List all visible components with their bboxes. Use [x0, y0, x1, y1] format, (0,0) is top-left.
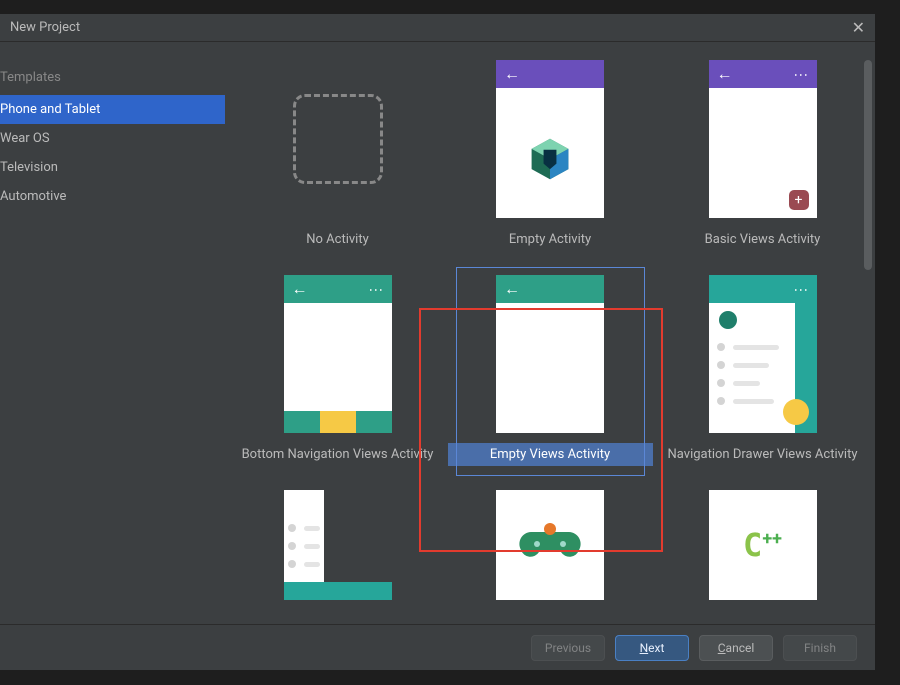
template-empty-views-activity[interactable]: ← Empty Views Activity [448, 267, 653, 482]
kebab-icon: ⋮ [368, 283, 384, 295]
sidebar-item-label: Automotive [0, 189, 66, 204]
thumb-topbar [284, 582, 392, 600]
template-thumb: . ⋮ [709, 275, 817, 433]
scrollbar-thumb[interactable] [864, 60, 872, 270]
sidebar-item-automotive[interactable]: Automotive [0, 182, 225, 211]
template-thumb: ← ⋮ [284, 275, 392, 433]
sidebar-item-label: Television [0, 160, 58, 175]
back-arrow-icon: ← [504, 279, 520, 299]
next-button[interactable]: Next [615, 635, 689, 661]
sidebar-item-wear-os[interactable]: Wear OS [0, 124, 225, 153]
scrollbar[interactable] [861, 58, 875, 620]
thumb-topbar: . ⋮ [709, 275, 817, 303]
template-responsive[interactable] [235, 482, 440, 616]
kebab-icon: ⋮ [793, 283, 809, 295]
gamepad-icon [519, 522, 581, 568]
close-icon[interactable]: ✕ [852, 20, 865, 36]
template-label: Empty Activity [499, 228, 601, 251]
template-label: Empty Views Activity [448, 443, 653, 466]
kebab-icon: ⋮ [793, 68, 809, 80]
template-thumb: ← ⋮ + [709, 60, 817, 218]
template-label: Navigation Drawer Views Activity [658, 443, 868, 466]
template-scroll[interactable]: No Activity ← [225, 42, 875, 670]
button-label: Finish [804, 641, 836, 655]
window-title: New Project [10, 20, 80, 35]
template-label: Basic Views Activity [695, 228, 831, 251]
thumb-topbar: ← ⋮ [709, 60, 817, 88]
template-bottom-navigation[interactable]: ← ⋮ Bottom Navigation Views Activity [235, 267, 440, 482]
template-label: No Activity [296, 228, 378, 251]
sidebar: Templates Phone and Tablet Wear OS Telev… [0, 42, 225, 670]
new-project-dialog: New Project ✕ Templates Phone and Tablet… [0, 14, 875, 670]
drawer-lines-icon [709, 333, 787, 425]
back-arrow-icon: ← [504, 64, 520, 84]
thumb-topbar: ← ⋮ [284, 275, 392, 303]
bottom-nav-icon [284, 411, 392, 433]
compose-cube-icon [527, 136, 573, 182]
dashed-placeholder-icon [293, 94, 383, 184]
template-no-activity[interactable]: No Activity [235, 52, 440, 267]
button-label: Previous [545, 641, 591, 655]
template-thumb [496, 490, 604, 600]
sidebar-item-label: Phone and Tablet [0, 102, 100, 117]
button-label: Cancel [718, 641, 755, 655]
template-thumb: ← [496, 60, 604, 218]
template-label: Bottom Navigation Views Activity [232, 443, 444, 466]
template-thumb: ← [496, 275, 604, 433]
sidebar-item-phone-and-tablet[interactable]: Phone and Tablet [0, 95, 225, 124]
cancel-button[interactable]: Cancel [699, 635, 773, 661]
template-thumb: C++ [709, 490, 817, 600]
sidebar-item-label: Wear OS [0, 131, 50, 146]
template-game[interactable] [448, 482, 653, 616]
template-navigation-drawer[interactable]: . ⋮ Navigation Drawer Views [660, 267, 865, 482]
cpp-icon: C++ [743, 526, 782, 564]
sidebar-item-television[interactable]: Television [0, 153, 225, 182]
template-thumb [284, 490, 392, 600]
button-label: Next [640, 641, 665, 655]
template-native-cpp[interactable]: C++ [660, 482, 865, 616]
template-basic-views-activity[interactable]: ← ⋮ + Basic Views Activity [660, 52, 865, 267]
sidebar-heading: Templates [0, 64, 225, 95]
thumb-topbar: ← [496, 60, 604, 88]
responsive-left [284, 490, 324, 582]
fab-circle-icon [783, 399, 809, 425]
template-empty-activity[interactable]: ← Empty Activity [448, 52, 653, 267]
footer: Previous Next Cancel Finish [0, 624, 875, 670]
back-arrow-icon: ← [717, 64, 733, 84]
dialog-content: Templates Phone and Tablet Wear OS Telev… [0, 42, 875, 670]
thumb-topbar: ← [496, 275, 604, 303]
template-thumb [284, 60, 392, 218]
template-grid: No Activity ← [235, 52, 865, 616]
finish-button: Finish [783, 635, 857, 661]
back-arrow-icon: ← [292, 279, 308, 299]
fab-plus-icon: + [789, 190, 809, 210]
drawer-avatar-icon [719, 311, 737, 329]
titlebar: New Project ✕ [0, 14, 875, 42]
previous-button: Previous [531, 635, 605, 661]
